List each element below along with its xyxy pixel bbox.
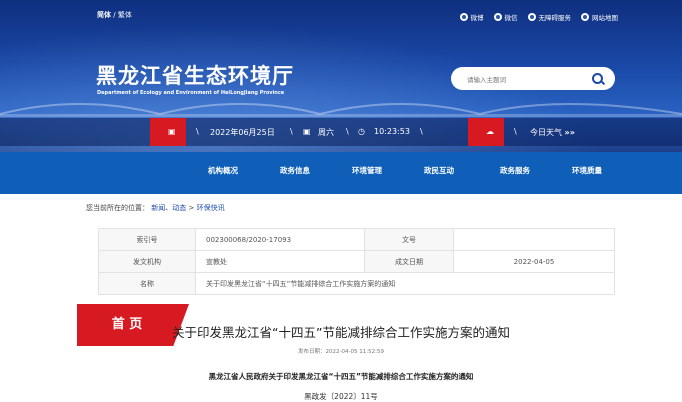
wechat-label: 微信 [504, 14, 518, 22]
search-box [451, 67, 615, 90]
nav-item-interaction[interactable]: 政民互动 [424, 165, 454, 176]
breadcrumb-env-news[interactable]: 环保快讯 [197, 204, 225, 212]
lang-separator: / [113, 11, 116, 19]
document-info-table: 索引号 002300068/2020-17093 文号 发文机构 宣教处 成文日… [98, 228, 615, 295]
site-title[interactable]: 黑龙江省生态环境厅 [96, 60, 294, 90]
docno-value [453, 228, 615, 251]
accessibility-icon [527, 13, 536, 21]
weibo-link[interactable]: 微博 [459, 12, 484, 22]
lang-traditional[interactable]: 繁体 [118, 11, 132, 19]
nav-item-org[interactable]: 机构概况 [208, 165, 238, 176]
accessibility-link[interactable]: 无障碍服务 [527, 12, 572, 22]
nav-item-env-quality[interactable]: 环境质量 [572, 165, 602, 176]
table-row: 索引号 002300068/2020-17093 文号 [98, 228, 615, 251]
cloud-icon: ☁ [486, 127, 494, 136]
breadcrumb-prefix: 您当前所在的位置： [86, 204, 149, 212]
header-banner: 简体 / 繁体 微博 微信 无障碍服务 网站地图 黑龙江省生态环境厅 Depar… [0, 0, 682, 152]
date-sep-3: \ [346, 127, 349, 136]
clock-icon: ◷ [358, 127, 365, 136]
nav-item-gov-info[interactable]: 政务信息 [280, 165, 310, 176]
weather-label: 今日天气 [530, 128, 562, 137]
issuer-label: 发文机构 [98, 250, 196, 273]
site-subtitle: Department of Ecology and Environment of… [97, 90, 285, 96]
date-sep-1: \ [196, 127, 199, 136]
weibo-label: 微博 [470, 14, 484, 22]
date-sep-2: \ [290, 127, 293, 136]
document-number: 黑政发〔2022〕11号 [304, 392, 378, 401]
accessibility-label: 无障碍服务 [538, 14, 572, 22]
name-value: 关于印发黑龙江省“十四五”节能减排综合工作实施方案的通知 [195, 272, 615, 295]
weekday-icon: ▣ [303, 127, 311, 136]
breadcrumb-separator: > [188, 204, 195, 212]
table-row: 名称 关于印发黑龙江省“十四五”节能减排综合工作实施方案的通知 [98, 272, 615, 295]
current-weekday: 周六 [318, 128, 334, 137]
nav-item-services[interactable]: 政务服务 [500, 165, 530, 176]
weather-link[interactable]: 今日天气 »» [530, 127, 575, 138]
language-switch: 简体 / 繁体 [97, 10, 132, 20]
chevron-right-icon: »» [564, 128, 575, 137]
name-label: 名称 [98, 272, 196, 295]
publish-date: 发布日期：2022-04-05 11:52:59 [298, 349, 384, 355]
index-label: 索引号 [98, 228, 196, 251]
weibo-icon [459, 13, 468, 21]
date-sep-5: \ [514, 127, 517, 136]
calendar-icon: ▣ [168, 127, 176, 136]
index-value: 002300068/2020-17093 [195, 228, 365, 251]
main-nav: 首 页 机构概况 政务信息 环境管理 政民互动 政务服务 环境质量 [0, 152, 682, 346]
date-label: 成文日期 [364, 250, 454, 273]
article-body-title: 黑龙江省人民政府关于印发黑龙江省“十四五”节能减排综合工作实施方案的通知 [208, 372, 474, 381]
table-row: 发文机构 宣教处 成文日期 2022-04-05 [98, 250, 615, 273]
top-links: 微博 微信 无障碍服务 网站地图 [459, 12, 618, 22]
docno-label: 文号 [364, 228, 454, 251]
nav-item-env-mgmt[interactable]: 环境管理 [352, 165, 382, 176]
wechat-icon [493, 13, 502, 21]
current-time: 10:23:53 [374, 127, 410, 136]
date-value: 2022-04-05 [453, 250, 615, 273]
wechat-link[interactable]: 微信 [493, 12, 518, 22]
lang-simplified[interactable]: 简体 [97, 11, 111, 19]
sitemap-link[interactable]: 网站地图 [581, 12, 618, 22]
sitemap-label: 网站地图 [592, 14, 618, 22]
article-title: 关于印发黑龙江省“十四五”节能减排综合工作实施方案的通知 [172, 325, 510, 340]
search-icon[interactable] [592, 73, 603, 84]
breadcrumb-news[interactable]: 新闻、动态 [151, 204, 186, 212]
date-sep-4: \ [420, 127, 423, 136]
date-bar: ▣ \ 2022年06月25日 \ ▣ 周六 \ ◷ 10:23:53 \ ☁ … [0, 118, 682, 146]
search-input[interactable] [465, 71, 589, 88]
current-date: 2022年06月25日 [210, 128, 275, 137]
issuer-value: 宣教处 [195, 250, 365, 273]
breadcrumb: 您当前所在的位置： 新闻、动态 > 环保快讯 [86, 203, 225, 213]
sitemap-icon [581, 13, 589, 21]
